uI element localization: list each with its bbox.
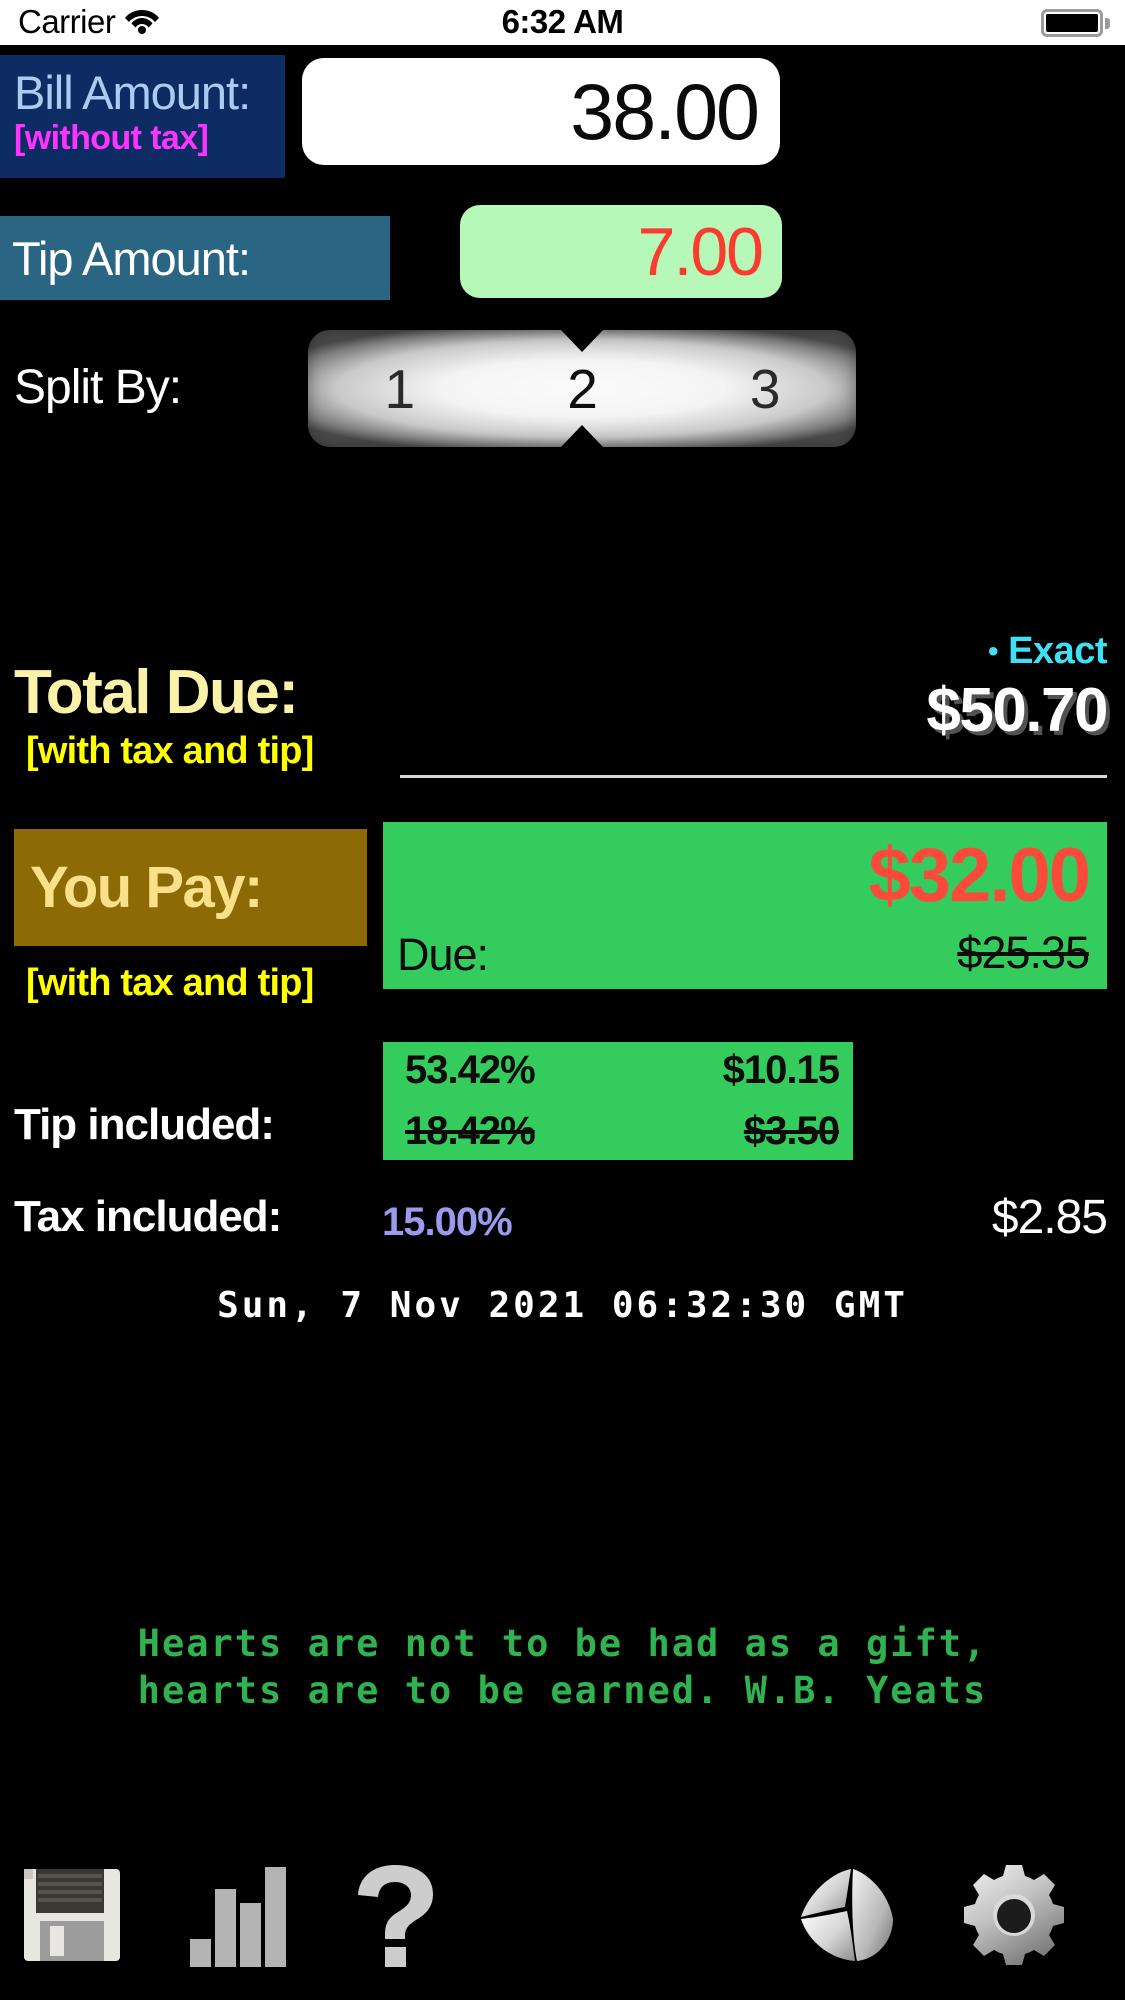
bill-amount-value: 38.00 (570, 66, 760, 156)
you-pay-label-block: You Pay: (14, 829, 367, 946)
battery-icon (1041, 9, 1103, 37)
bill-amount-label-block: Bill Amount: [without tax] (0, 55, 285, 178)
tip-amount-input[interactable]: 7.00 (460, 205, 782, 298)
tip-included-label: Tip included: (14, 1100, 275, 1149)
exact-label: Exact (1008, 630, 1107, 672)
timestamp-label: Sun, 7 Nov 2021 06:32:30 GMT (217, 1285, 908, 1326)
battery-nub (1105, 18, 1110, 29)
due-label: Due: (397, 929, 489, 980)
exact-bullet-icon: • (988, 635, 999, 668)
selection-notch-top-icon (561, 330, 603, 352)
split-segment-1[interactable]: 1 (308, 357, 491, 421)
tax-included-percent[interactable]: 15.00% (382, 1200, 513, 1245)
tip-amount-label: Tip Amount: (12, 231, 251, 285)
exact-toggle[interactable]: • Exact (988, 630, 1107, 673)
status-bar: Carrier 6:32 AM (0, 0, 1125, 45)
you-pay-panel[interactable]: $32.00 Due: $25.35 (383, 822, 1107, 989)
quote-line-1: Hearts are not to be had as a gift, (137, 1622, 988, 1665)
bill-amount-input[interactable]: 38.00 (302, 58, 780, 165)
bill-amount-sublabel: [without tax] (14, 119, 209, 158)
selection-notch-bottom-icon (561, 425, 603, 447)
bar-chart-icon[interactable] (188, 1863, 288, 1972)
clock-label: 6:32 AM (501, 3, 624, 40)
tax-included-label: Tax included: (14, 1192, 282, 1241)
quote-text: Hearts are not to be had as a gift, hear… (0, 1620, 1125, 1715)
tip-amount-value: 7.00 (637, 213, 764, 290)
question-mark-icon[interactable] (352, 1863, 438, 1972)
you-pay-value: $32.00 (868, 833, 1091, 918)
you-pay-sublabel: [with tax and tip] (26, 962, 314, 1004)
bottom-toolbar (0, 1850, 1125, 2000)
total-due-sublabel: [with tax and tip] (26, 730, 314, 772)
tip-included-percent: 53.42% (405, 1048, 536, 1092)
app-screen: Carrier 6:32 AM Bill Amount: [without ta… (0, 0, 1125, 2000)
tip-included-percent-original: 18.42% (405, 1109, 536, 1153)
quote-line-2: hearts are to be earned. W.B. Yeats (137, 1669, 988, 1713)
tip-included-amount: $10.15 (722, 1048, 840, 1092)
tip-included-panel[interactable]: 53.42% $10.15 18.42% $3.50 (383, 1042, 853, 1160)
tax-included-amount: $2.85 (991, 1191, 1108, 1244)
save-icon[interactable] (20, 1863, 124, 1972)
battery-fill (1046, 14, 1098, 32)
bill-amount-label: Bill Amount: (14, 66, 251, 119)
split-segment-3[interactable]: 3 (673, 357, 856, 421)
divider (400, 775, 1107, 778)
fortune-cookie-icon[interactable] (795, 1863, 907, 1972)
you-pay-label: You Pay: (30, 855, 263, 920)
split-by-label: Split By: (14, 361, 182, 414)
gear-icon[interactable] (962, 1863, 1066, 1972)
split-segment-2[interactable]: 2 (491, 357, 674, 421)
total-due-label: Total Due: (14, 658, 299, 727)
due-value-original: $25.35 (957, 927, 1090, 978)
tip-amount-label-block: Tip Amount: (0, 216, 390, 300)
tip-included-amount-original: $3.50 (743, 1109, 840, 1153)
total-due-value: $50.70 (926, 676, 1108, 745)
split-by-segmented-control[interactable]: 1 2 3 (308, 330, 856, 447)
